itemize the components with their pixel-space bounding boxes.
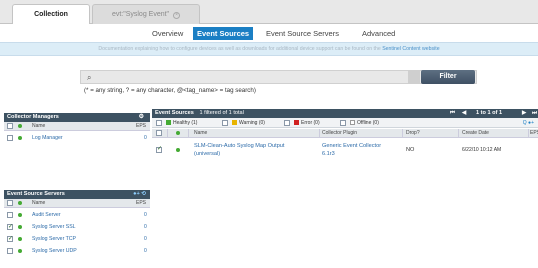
row-eps: 0 [144, 212, 147, 218]
column-eps[interactable]: EPS [530, 129, 538, 138]
nav-overview[interactable]: Overview [152, 27, 183, 40]
divider [319, 129, 320, 138]
event-source-servers-columns: Name EPS [4, 199, 150, 208]
divider [458, 129, 459, 138]
row-eps: 0 [144, 248, 147, 254]
pager-first-icon[interactable]: ⏮ [450, 109, 455, 118]
collector-managers-header: Collector Managers ⚙ [4, 113, 150, 122]
row-plugin-version: 6.1r3 [322, 151, 335, 157]
offline-filter-checkbox[interactable] [340, 120, 346, 126]
column-name[interactable]: Name [194, 129, 207, 138]
row-name: Syslog Server SSL [32, 224, 76, 230]
divider [402, 129, 403, 138]
error-filter-checkbox[interactable] [284, 120, 290, 126]
healthy-status-icon [18, 213, 22, 217]
gear-icon[interactable]: ⚙ [139, 113, 144, 122]
healthy-status-icon [176, 148, 180, 152]
healthy-swatch-icon [166, 120, 171, 125]
close-tab-icon[interactable]: × [173, 12, 181, 19]
row-name: Audit Server [32, 212, 61, 218]
row-name: Syslog Server UDP [32, 248, 77, 254]
tab-collection[interactable]: Collection [12, 4, 90, 25]
status-dot-icon [176, 131, 180, 135]
column-create-date[interactable]: Create Date [462, 129, 489, 138]
nav-event-source-servers[interactable]: Event Source Servers [266, 27, 339, 40]
filter-button[interactable]: Filter [421, 70, 475, 84]
divider [528, 129, 529, 138]
row-checkbox[interactable] [7, 212, 13, 218]
status-dot-icon [18, 201, 22, 205]
select-all-checkbox[interactable] [7, 200, 13, 206]
offline-swatch-icon [350, 120, 355, 125]
event-sources-columns: Name Collector Plugin Drop? Create Date … [152, 129, 538, 138]
sub-navigation: Overview Event Sources Event Source Serv… [0, 24, 538, 42]
pager-last-icon[interactable]: ⏭ [532, 109, 537, 118]
row-name: SLM-Clean-Auto Syslog Map Output [194, 143, 285, 149]
row-name: Log Manager [32, 135, 63, 141]
row-checkbox[interactable] [7, 248, 13, 254]
error-swatch-icon [294, 120, 299, 125]
pager-status: 1 to 1 of 1 [476, 110, 503, 116]
column-name[interactable]: Name [32, 199, 45, 208]
divider [188, 129, 189, 138]
column-eps[interactable]: EPS [136, 122, 146, 131]
row-eps: 0 [144, 224, 147, 230]
divider [167, 129, 168, 138]
healthy-status-icon [18, 225, 22, 229]
column-name[interactable]: Name [32, 122, 45, 131]
list-item[interactable]: Syslog Server SSL 0 [4, 222, 150, 232]
nav-event-sources[interactable]: Event Sources [193, 27, 254, 40]
search-icon: ⌕ [87, 73, 92, 82]
row-plugin[interactable]: Generic Event Collector [322, 143, 381, 150]
column-drop[interactable]: Drop? [406, 129, 420, 138]
row-checkbox[interactable] [7, 234, 13, 244]
row-create-date: 6/22/10 10:12 AM [462, 147, 502, 153]
tab-strip: Collection evt:"Syslog Event" × [0, 0, 538, 25]
column-eps[interactable]: EPS [136, 199, 146, 208]
row-drop: NO [406, 147, 415, 153]
select-all-checkbox[interactable] [156, 130, 162, 136]
healthy-status-icon [18, 237, 22, 241]
row-eps: 0 [144, 236, 147, 242]
list-item[interactable]: Syslog Server TCP 0 [4, 234, 150, 244]
table-row[interactable]: SLM-Clean-Auto Syslog Map Output (univer… [152, 141, 538, 163]
row-checkbox[interactable] [7, 222, 13, 232]
list-item[interactable]: Log Manager 0 [4, 133, 150, 143]
list-item[interactable]: Audit Server 0 [4, 210, 150, 220]
warning-filter-checkbox[interactable] [222, 120, 228, 126]
search-hint: (* = any string, ? = any character, @<ta… [84, 87, 256, 94]
row-eps: 0 [144, 135, 147, 141]
nav-advanced[interactable]: Advanced [362, 27, 395, 40]
status-legend: Healthy (1) Warning (0) Error (0) Offlin… [152, 118, 538, 128]
row-name: Syslog Server TCP [32, 236, 77, 242]
search-options-button[interactable] [408, 70, 420, 84]
warning-swatch-icon [232, 120, 237, 125]
documentation-banner: Documentation explaining how to configur… [0, 42, 538, 56]
status-dot-icon [18, 124, 22, 128]
event-source-servers-header: Event Source Servers ●+ ⟲ [4, 190, 150, 199]
row-checkbox[interactable] [7, 135, 13, 141]
tab-syslog-event[interactable]: evt:"Syslog Event" × [92, 4, 200, 24]
healthy-status-icon [18, 136, 22, 140]
list-item[interactable]: Syslog Server UDP 0 [4, 246, 150, 256]
row-checkbox[interactable] [156, 145, 162, 153]
content-website-link[interactable]: Sentinel Content website [382, 46, 439, 52]
add-server-icon[interactable]: ●+ ⟲ [133, 190, 146, 199]
column-collector-plugin[interactable]: Collector Plugin [322, 129, 357, 138]
pager-prev-icon[interactable]: ◀ [462, 109, 466, 118]
pager-next-icon[interactable]: ▶ [522, 109, 526, 118]
healthy-status-icon [18, 249, 22, 253]
row-name-suffix: (universal) [194, 151, 221, 157]
event-sources-header: Event Sources 1 filtered of 1 total ⏮ ◀ … [152, 109, 538, 118]
search-icon[interactable]: Q ●+ [523, 118, 534, 128]
healthy-filter-checkbox[interactable] [156, 120, 162, 126]
collector-managers-columns: Name EPS [4, 122, 150, 131]
select-all-checkbox[interactable] [7, 123, 13, 129]
